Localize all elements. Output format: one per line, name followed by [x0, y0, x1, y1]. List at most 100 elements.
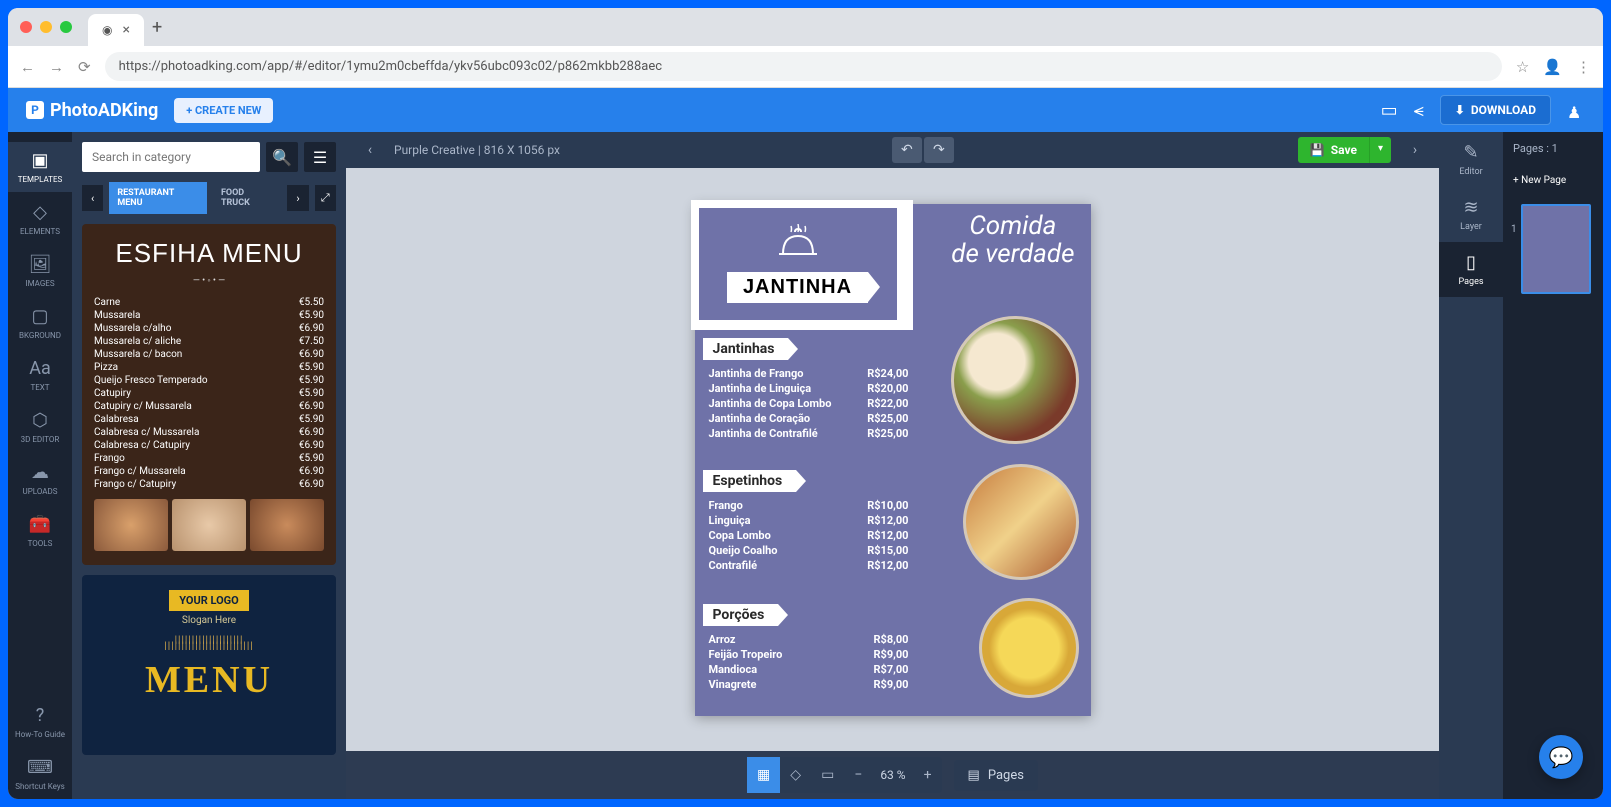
eraser-button[interactable]: ◇ [780, 757, 811, 793]
food-image-3[interactable] [979, 598, 1079, 698]
chat-icon: 💬 [1549, 745, 1574, 769]
minimize-window-icon[interactable] [40, 21, 52, 33]
share-icon[interactable]: ⪪ [1414, 100, 1424, 121]
reload-button[interactable]: ⟳ [78, 58, 91, 76]
present-button[interactable]: ▭ [811, 757, 844, 793]
undo-button[interactable]: ↶ [892, 137, 922, 163]
left-rail: ▣TEMPLATES ◇ELEMENTS 🖼IMAGES ▢BKGROUND A… [8, 132, 72, 799]
user-avatar-icon[interactable]: ♟ [1567, 98, 1585, 122]
create-new-button[interactable]: + CREATE NEW [174, 98, 273, 123]
brand-logo[interactable]: P PhotoADKing [26, 100, 158, 121]
new-page-button[interactable]: + New Page [1513, 175, 1566, 186]
logo-icon: P [26, 101, 44, 119]
comment-icon[interactable]: ▭ [1381, 100, 1398, 121]
forward-button[interactable]: → [49, 58, 64, 76]
page-thumbnail[interactable] [1521, 204, 1591, 294]
rail-uploads[interactable]: ☁UPLOADS [8, 454, 72, 504]
list-icon: ☰ [313, 148, 327, 167]
page-number: 1 [1511, 224, 1517, 235]
rail-3d-editor[interactable]: ⬡3D EDITOR [8, 402, 72, 452]
url-input[interactable]: https://photoadking.com/app/#/editor/1ym… [105, 52, 1502, 81]
headline-text[interactable]: Comidade verdade [951, 212, 1074, 268]
elements-icon: ◇ [33, 202, 47, 223]
zoom-out-button[interactable]: − [844, 757, 872, 793]
grid-view-button[interactable]: ▦ [747, 757, 780, 793]
cat-food-truck[interactable]: FOOD TRUCK [213, 182, 281, 214]
template-menu-blue[interactable]: YOUR LOGO Slogan Here ||||||||||||||||||… [82, 575, 336, 755]
download-icon: ⬇ [1455, 103, 1465, 117]
pages-button[interactable]: ▤Pages [954, 760, 1038, 791]
list-item: Calabresa c/ Catupiry€6.90 [94, 439, 324, 452]
list-view-button[interactable]: ☰ [304, 142, 336, 172]
food-image-2[interactable] [963, 464, 1079, 580]
list-item: FrangoR$10,00 [709, 498, 909, 513]
rail-elements[interactable]: ◇ELEMENTS [8, 194, 72, 244]
selected-element[interactable]: JANTINHA [691, 200, 913, 330]
expand-button[interactable]: ⤢ [315, 185, 336, 211]
rail-tools[interactable]: 🧰TOOLS [8, 506, 72, 556]
search-icon: 🔍 [272, 148, 292, 167]
list-item: Mussarela c/alho€6.90 [94, 322, 324, 335]
list-item: Frango c/ Mussarela€6.90 [94, 465, 324, 478]
star-icon[interactable]: ☆ [1516, 58, 1529, 76]
list-item: Mussarela c/ bacon€6.90 [94, 348, 324, 361]
rail-templates[interactable]: ▣TEMPLATES [8, 142, 72, 192]
rail-text[interactable]: AaTEXT [8, 350, 72, 400]
cat-restaurant-menu[interactable]: RESTAURANT MENU [109, 182, 207, 214]
search-button[interactable]: 🔍 [266, 142, 298, 172]
artboard[interactable]: JANTINHA Comidade verdade Jantinhas Jant… [695, 204, 1091, 716]
templates-icon: ▣ [31, 150, 48, 171]
list-item: Frango c/ Catupiry€6.90 [94, 478, 324, 491]
rail-background[interactable]: ▢BKGROUND [8, 298, 72, 348]
expand-panel-button[interactable]: › [1403, 138, 1427, 162]
list-item: Jantinha de LinguiçaR$20,00 [709, 381, 909, 396]
section-title[interactable]: Porções [703, 604, 779, 626]
section-jantinhas[interactable]: Jantinhas Jantinha de FrangoR$24,00Janti… [695, 338, 915, 441]
rail-images[interactable]: 🖼IMAGES [8, 246, 72, 296]
section-porcoes[interactable]: Porções ArrozR$8,00Feijão TropeiroR$9,00… [695, 604, 915, 692]
template-esfiha[interactable]: ESFIHA MENU — • ◦ • — Carne€5.50 Mussarel… [82, 224, 336, 565]
list-item: Jantinha de FrangoR$24,00 [709, 366, 909, 381]
canvas-area: ‹ Purple Creative | 816 X 1056 px ↶ ↷ 💾S… [346, 132, 1439, 799]
rail-howto[interactable]: ?How-To Guide [8, 697, 72, 747]
rail-shortcuts[interactable]: ⌨Shortcut Keys [8, 749, 72, 799]
dock-pages[interactable]: ▯Pages [1439, 242, 1503, 297]
keyboard-icon: ⌨ [27, 757, 53, 778]
canvas-body[interactable]: JANTINHA Comidade verdade Jantinhas Jant… [346, 168, 1439, 751]
close-tab-icon[interactable]: × [122, 22, 129, 38]
food-image-1[interactable] [951, 316, 1079, 444]
list-item: Frango€5.90 [94, 452, 324, 465]
section-espetinhos[interactable]: Espetinhos FrangoR$10,00LinguiçaR$12,00C… [695, 470, 915, 573]
template-title: ESFIHA MENU [94, 238, 324, 269]
maximize-window-icon[interactable] [60, 21, 72, 33]
browser-tab-bar: ◉ × + [8, 8, 1603, 46]
globe-icon: ◉ [102, 23, 112, 37]
back-button[interactable]: ← [20, 58, 35, 76]
cat-prev-button[interactable]: ‹ [82, 185, 103, 211]
redo-button[interactable]: ↷ [924, 137, 954, 163]
dock-layer[interactable]: ≋Layer [1439, 187, 1503, 242]
section-title[interactable]: Espetinhos [703, 470, 797, 492]
cat-next-button[interactable]: › [287, 185, 308, 211]
profile-icon[interactable]: 👤 [1543, 58, 1562, 76]
download-button[interactable]: ⬇DOWNLOAD [1440, 95, 1551, 125]
section-title[interactable]: Jantinhas [703, 338, 789, 360]
list-item: Catupiry c/ Mussarela€6.90 [94, 400, 324, 413]
new-tab-button[interactable]: + [152, 17, 162, 38]
save-dropdown[interactable]: ▾ [1369, 137, 1391, 163]
collapse-panel-button[interactable]: ‹ [358, 138, 382, 162]
browser-tab[interactable]: ◉ × [88, 14, 144, 46]
menu-heading: MENU [94, 658, 324, 702]
fan-ornament-icon: ||||||||||||||||||||||||||||||||||||||||… [94, 638, 324, 650]
badge-text[interactable]: JANTINHA [727, 272, 868, 303]
dock-editor[interactable]: ✎Editor [1439, 132, 1503, 187]
zoom-in-button[interactable]: + [914, 757, 942, 793]
close-window-icon[interactable] [20, 21, 32, 33]
chat-button[interactable]: 💬 [1539, 735, 1583, 779]
list-item: Carne€5.50 [94, 296, 324, 309]
save-button[interactable]: 💾Save [1298, 137, 1369, 163]
upload-icon: ☁ [31, 462, 49, 483]
search-input[interactable] [82, 142, 260, 172]
menu-icon[interactable]: ⋮ [1576, 58, 1591, 76]
ornament-icon: — • ◦ • — [94, 275, 324, 286]
